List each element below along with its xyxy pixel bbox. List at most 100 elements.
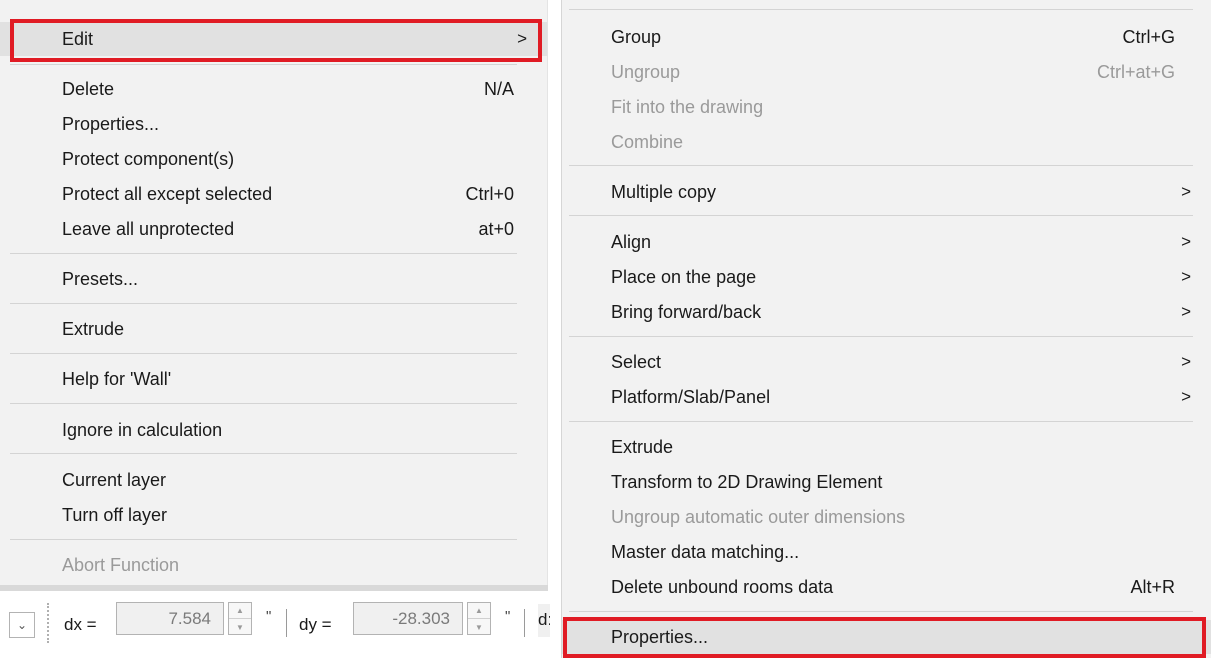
- menu-item-label: Delete unbound rooms data: [611, 576, 834, 597]
- menu-item-combine: Combine: [562, 125, 1211, 159]
- menu-item-label: Current layer: [62, 469, 167, 490]
- menu-item-label: Presets...: [62, 268, 139, 289]
- edit-submenu: Group Ctrl+G Ungroup Ctrl+at+G Fit into …: [561, 0, 1211, 658]
- chevron-right-icon: >: [1181, 302, 1191, 321]
- dy-unit: ": [505, 608, 511, 625]
- menu-item-label: Multiple copy: [611, 181, 717, 202]
- menu-item-shortcut: Ctrl+G: [1122, 26, 1175, 47]
- menu-separator: [569, 165, 1193, 166]
- menu-item-platform-slab-panel[interactable]: Platform/Slab/Panel >: [562, 380, 1211, 414]
- menu-item-abort-function: Abort Function: [0, 548, 547, 582]
- menu-item-shortcut: Ctrl+0: [465, 183, 514, 204]
- menu-item-label: Leave all unprotected: [62, 218, 235, 239]
- menu-item-delete-unbound-rooms[interactable]: Delete unbound rooms data Alt+R: [562, 570, 1211, 604]
- dx-spinner[interactable]: ▲ ▼: [228, 602, 252, 635]
- menu-separator: [10, 539, 517, 540]
- dz-label: d:: [538, 604, 550, 637]
- toolbar-separator: [524, 609, 525, 637]
- menu-item-select[interactable]: Select >: [562, 345, 1211, 379]
- menu-separator: [10, 453, 517, 454]
- highlight-callout-properties: [563, 617, 1206, 658]
- chevron-right-icon: >: [1181, 182, 1191, 201]
- spin-down-icon[interactable]: ▼: [229, 619, 251, 635]
- menu-item-label: Properties...: [62, 113, 160, 134]
- menu-item-label: Extrude: [62, 318, 125, 339]
- menu-item-label: Transform to 2D Drawing Element: [611, 471, 883, 492]
- menu-item-label: Abort Function: [62, 554, 180, 575]
- menu-item-help-wall[interactable]: Help for 'Wall': [0, 362, 547, 396]
- menu-separator: [10, 303, 517, 304]
- menu-item-extrude[interactable]: Extrude: [0, 312, 547, 346]
- spin-up-icon[interactable]: ▲: [229, 603, 251, 619]
- menu-item-protect-all-except-selected[interactable]: Protect all except selected Ctrl+0: [0, 177, 547, 211]
- menu-item-label: Extrude: [611, 436, 674, 457]
- highlight-callout-edit: [10, 19, 542, 62]
- menu-item-shortcut: at+0: [478, 218, 514, 239]
- menu-item-align[interactable]: Align >: [562, 225, 1211, 259]
- menu-item-label: Select: [611, 351, 662, 372]
- menu-item-label: Turn off layer: [62, 504, 168, 525]
- menu-separator: [569, 9, 1193, 10]
- menu-item-master-data-matching[interactable]: Master data matching...: [562, 535, 1211, 569]
- menu-separator: [569, 215, 1193, 216]
- menu-item-shortcut: Ctrl+at+G: [1096, 61, 1175, 82]
- dy-spinner[interactable]: ▲ ▼: [467, 602, 491, 635]
- menu-item-turn-off-layer[interactable]: Turn off layer: [0, 498, 547, 532]
- menu-item-extrude[interactable]: Extrude: [562, 430, 1211, 464]
- menu-item-shortcut: N/A: [483, 78, 514, 99]
- menu-item-label: Fit into the drawing: [611, 96, 764, 117]
- menu-separator: [10, 353, 517, 354]
- toolbar-separator: [286, 609, 287, 637]
- menu-item-transform-2d[interactable]: Transform to 2D Drawing Element: [562, 465, 1211, 499]
- menu-item-protect-component[interactable]: Protect component(s): [0, 142, 547, 176]
- menu-separator: [10, 253, 517, 254]
- menu-item-fit-into-drawing: Fit into the drawing: [562, 90, 1211, 124]
- chevron-right-icon: >: [1181, 387, 1191, 406]
- menu-item-label: Ungroup: [611, 61, 681, 82]
- menu-item-label: Master data matching...: [611, 541, 800, 562]
- menu-item-properties[interactable]: Properties...: [0, 107, 547, 141]
- menu-separator: [569, 611, 1193, 612]
- toolbar-grip[interactable]: [47, 603, 49, 643]
- menu-item-current-layer[interactable]: Current layer: [0, 463, 547, 497]
- menu-item-place-on-page[interactable]: Place on the page >: [562, 260, 1211, 294]
- menu-separator: [569, 421, 1193, 422]
- menu-item-label: Place on the page: [611, 266, 757, 287]
- menu-item-ungroup-auto-dimensions: Ungroup automatic outer dimensions: [562, 500, 1211, 534]
- menu-item-label: Protect component(s): [62, 148, 235, 169]
- menu-item-label: Delete: [62, 78, 115, 99]
- menu-item-label: Bring forward/back: [611, 301, 762, 322]
- menu-item-label: Help for 'Wall': [62, 368, 172, 389]
- dy-label: dy =: [299, 615, 332, 634]
- menu-item-ignore-in-calculation[interactable]: Ignore in calculation: [0, 413, 547, 447]
- dx-input[interactable]: 7.584: [116, 602, 224, 635]
- menu-item-multiple-copy[interactable]: Multiple copy >: [562, 175, 1211, 209]
- dx-unit: ": [266, 608, 272, 625]
- menu-separator: [10, 403, 517, 404]
- menu-item-group[interactable]: Group Ctrl+G: [562, 20, 1211, 54]
- coordinate-toolbar: ⌄ dx = 7.584 ▲ ▼ " dy = -28.303 ▲ ▼ " d:: [0, 585, 550, 658]
- menu-item-label: Group: [611, 26, 662, 47]
- menu-item-ungroup: Ungroup Ctrl+at+G: [562, 55, 1211, 89]
- menu-item-label: Protect all except selected: [62, 183, 273, 204]
- menu-item-label: Align: [611, 231, 652, 252]
- menu-item-label: Combine: [611, 131, 684, 152]
- spin-down-icon[interactable]: ▼: [468, 619, 490, 635]
- chevron-right-icon: >: [1181, 352, 1191, 371]
- menu-item-label: Platform/Slab/Panel: [611, 386, 771, 407]
- menu-separator: [569, 336, 1193, 337]
- menu-item-shortcut: Alt+R: [1130, 576, 1175, 597]
- menu-item-bring-forward-back[interactable]: Bring forward/back >: [562, 295, 1211, 329]
- menu-item-label: Ungroup automatic outer dimensions: [611, 506, 906, 527]
- menu-item-label: Ignore in calculation: [62, 419, 223, 440]
- menu-separator: [10, 64, 517, 65]
- menu-item-delete[interactable]: Delete N/A: [0, 72, 547, 106]
- menu-item-presets[interactable]: Presets...: [0, 262, 547, 296]
- spin-up-icon[interactable]: ▲: [468, 603, 490, 619]
- dy-input[interactable]: -28.303: [353, 602, 463, 635]
- chevron-right-icon: >: [1181, 232, 1191, 251]
- context-menu: Edit > Delete N/A Properties... Protect …: [0, 0, 548, 585]
- chevron-right-icon: >: [1181, 267, 1191, 286]
- menu-item-leave-all-unprotected[interactable]: Leave all unprotected at+0: [0, 212, 547, 246]
- chevron-down-icon[interactable]: ⌄: [9, 612, 35, 638]
